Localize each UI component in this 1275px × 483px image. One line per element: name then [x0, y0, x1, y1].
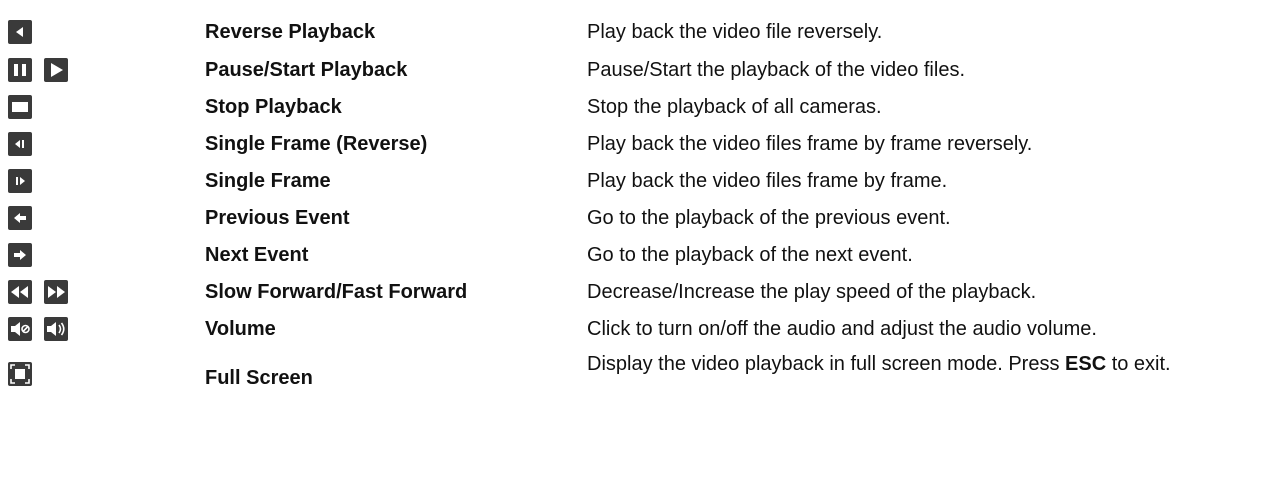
volume-mute-icon[interactable]: [8, 317, 32, 341]
stop-icon[interactable]: [8, 95, 32, 119]
previous-event-icon[interactable]: [8, 206, 32, 230]
control-description: Decrease/Increase the play speed of the …: [587, 281, 1037, 303]
next-event-icon[interactable]: [8, 243, 32, 267]
description-text: to exit.: [1106, 353, 1171, 375]
single-frame-icon[interactable]: [8, 169, 32, 193]
control-description: Stop the playback of all cameras.: [587, 96, 882, 118]
control-name: Single Frame: [205, 170, 331, 192]
control-description: Click to turn on/off the audio and adjus…: [587, 318, 1097, 340]
control-name: Next Event: [205, 244, 309, 266]
control-name: Reverse Playback: [205, 21, 376, 43]
control-name: Volume: [205, 318, 276, 340]
single-frame-reverse-icon[interactable]: [8, 132, 32, 156]
slow-forward-icon[interactable]: [8, 280, 32, 304]
full-screen-icon[interactable]: [8, 362, 32, 386]
pause-icon[interactable]: [8, 58, 32, 82]
control-name: Single Frame (Reverse): [205, 133, 428, 155]
reverse-play-icon[interactable]: [8, 20, 32, 44]
control-description: Play back the video files frame by frame…: [587, 133, 1033, 155]
control-description: Play back the video file reversely.: [587, 21, 883, 43]
control-reference-table: { "rows": [ {"icons": ["reverse-play-ico…: [0, 0, 1275, 483]
control-description: Go to the playback of the previous event…: [587, 207, 951, 229]
fast-forward-icon[interactable]: [44, 280, 68, 304]
description-text: Display the video playback in full scree…: [587, 353, 1066, 375]
control-description: Go to the playback of the next event.: [587, 244, 913, 266]
table-row: Full Screen Display the video playback i…: [0, 348, 1275, 408]
esc-key-label: ESC: [1065, 353, 1107, 375]
control-description: Pause/Start the playback of the video fi…: [587, 59, 965, 81]
volume-icon[interactable]: [44, 317, 68, 341]
control-description: Display the video playback in full scree…: [587, 352, 1267, 376]
control-name: Full Screen: [205, 367, 313, 389]
control-name: Stop Playback: [205, 96, 342, 118]
play-icon[interactable]: [44, 58, 68, 82]
control-name: Previous Event: [205, 207, 350, 229]
control-name: Pause/Start Playback: [205, 59, 408, 81]
control-description: Play back the video files frame by frame…: [587, 170, 948, 192]
control-name: Slow Forward/Fast Forward: [205, 281, 468, 303]
